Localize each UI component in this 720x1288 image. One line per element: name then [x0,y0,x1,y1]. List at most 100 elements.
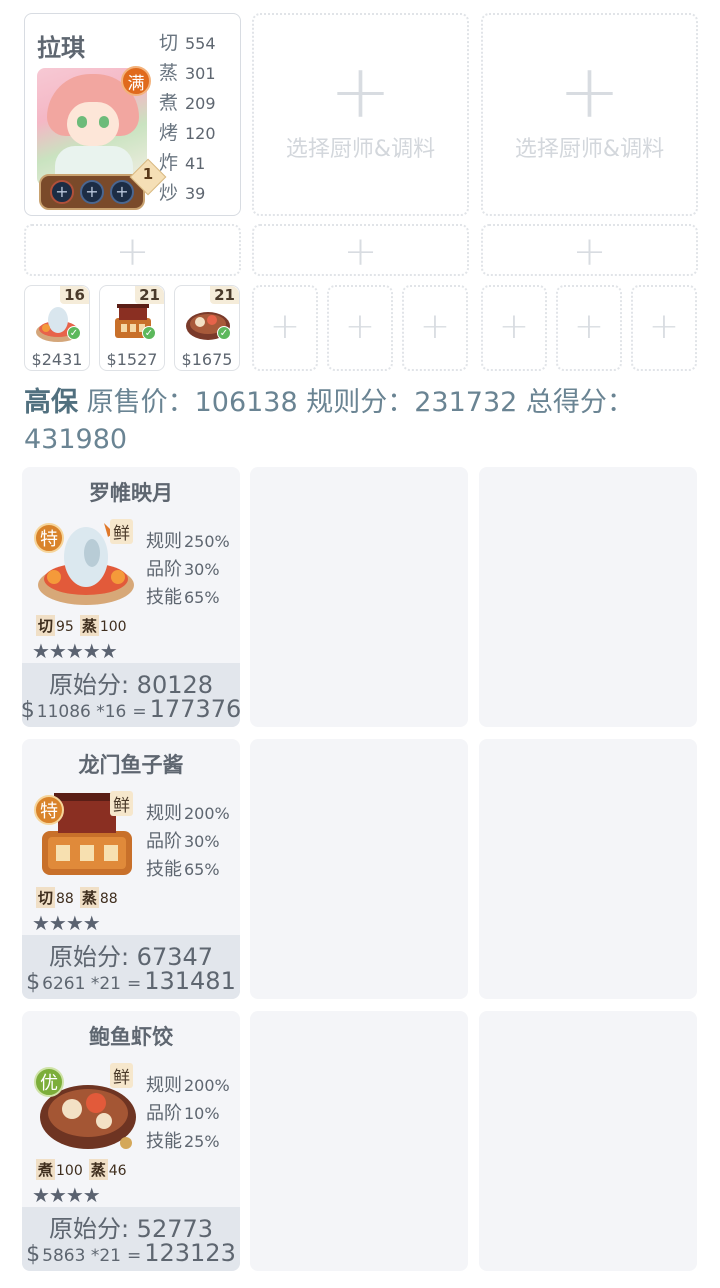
dish-slot-empty[interactable] [479,739,697,999]
equip-slot-plus-icon[interactable]: + [110,180,134,204]
dish-score-footer: 原始分: 52773 $ 5863 *21 = 123123 [22,1207,240,1271]
dish-total: 123123 [144,1239,236,1267]
select-chef-label: 选择厨师&调料 [514,137,665,162]
dish-total: 177376 [149,695,240,723]
skill-name: 炸 [159,152,179,174]
recipe-slot-empty[interactable]: + [556,285,622,371]
skill-row: 煮 209 [159,88,216,118]
requirement-value: 95 [56,619,74,635]
requirement: 蒸 100 [79,615,127,636]
dish-title: 鲍鱼虾饺 [89,1025,173,1049]
dish-slot-empty[interactable] [250,739,468,999]
recipe-price: $2431 [31,350,83,369]
portrait-eye [99,116,109,128]
skill-row: 炒 39 [159,178,216,208]
recipe-price: $1675 [181,350,233,369]
skill-row: 蒸 301 [159,58,216,88]
recipe-card-2[interactable]: 21 ✓ $1527 [99,285,165,371]
recipe-slot-empty[interactable]: + [327,285,393,371]
skill-requirements: 煮 100 蒸 46 [36,1159,127,1180]
requirement-value: 100 [99,619,127,635]
requirement-value: 88 [56,891,74,907]
requirement-skill: 蒸 [79,887,99,908]
score-grade: 高保 [24,387,78,418]
skill-row: 切 554 [159,28,216,58]
modifier-value: 25% [184,1132,220,1151]
modifier-name: 品阶 [146,1103,182,1124]
chef-card[interactable]: 拉琪 满 + + + 1 切 554 蒸 301 煮 209 烤 120 炸 41 炒 39 [24,13,241,216]
plus-icon: + [329,49,392,135]
dollar-icon: $ [26,1242,41,1267]
star-rating: ★★★★ [32,911,101,935]
star-rating: ★★★★★ [32,639,118,663]
score-calculation: $ 11086 *16 = 177376 [22,695,240,723]
modifier-name: 规则 [146,531,182,552]
modifier-name: 技能 [146,1131,182,1152]
requirement: 蒸 88 [79,887,118,908]
dish-card-2[interactable]: 龙门鱼子酱 特 鲜 规则 200% 品阶 30% 技能 65% 切 88 蒸 88 ★★★… [22,739,240,999]
modifier-row: 品阶 30% [146,555,230,583]
chef-name: 拉琪 [37,34,85,62]
modifier-name: 规则 [146,1075,182,1096]
recipe-slot-empty[interactable]: + [402,285,468,371]
modifier-row: 规则 200% [146,799,230,827]
skill-name: 烤 [159,122,179,144]
dish-total: 131481 [144,967,236,995]
equipment-slot-2[interactable]: + [252,224,469,276]
recipe-slot-empty[interactable]: + [481,285,547,371]
skill-name: 切 [159,32,179,54]
equip-slot-plus-icon[interactable]: + [50,180,74,204]
portrait-face [67,102,119,146]
plus-icon: + [498,306,530,347]
recipe-card-3[interactable]: 21 ✓ $1675 [174,285,240,371]
equipment-slot-3[interactable]: + [481,224,698,276]
requirement-skill: 切 [36,887,56,908]
dish-card-3[interactable]: 鲍鱼虾饺 优 鲜 规则 200% 品阶 10% 技能 25% 煮 100 蒸 46 ★★★… [22,1011,240,1271]
modifier-name: 品阶 [146,831,182,852]
tier-badge: 特 [34,795,64,825]
equip-slot-plus-icon[interactable]: + [80,180,104,204]
dish-slot-empty[interactable] [479,1011,697,1271]
full-badge: 满 [121,66,151,96]
check-icon: ✓ [217,326,231,340]
dish-title: 罗帷映月 [89,481,173,505]
requirement-value: 46 [108,1163,127,1179]
recipe-card-1[interactable]: 16 ✓ $2431 [24,285,90,371]
requirement-value: 88 [99,891,118,907]
modifier-value: 250% [184,532,230,551]
requirement-skill: 切 [36,615,56,636]
dish-modifiers: 规则 200% 品阶 10% 技能 25% [146,1071,230,1155]
tier-badge: 优 [34,1067,64,1097]
select-chef-label: 选择厨师&调料 [285,137,436,162]
dish-score-footer: 原始分: 67347 $ 6261 *21 = 131481 [22,935,240,999]
plus-icon: + [419,306,451,347]
skill-value: 554 [185,34,216,53]
tier-badge: 特 [34,523,64,553]
equals-sign: = [126,974,142,994]
dish-slot-empty[interactable] [250,467,468,727]
flavor-tag: 鲜 [110,791,133,816]
dish-slot-empty[interactable] [479,467,697,727]
plus-icon: + [269,306,301,347]
dish-card-1[interactable]: 罗帷映月 特 鲜 规则 250% 品阶 30% 技能 65% 切 95 蒸 100 ★★★… [22,467,240,727]
plus-icon: + [572,229,607,275]
requirement-value: 100 [56,1163,83,1179]
recipe-slot-empty[interactable]: + [631,285,697,371]
modifier-row: 品阶 10% [146,1099,230,1127]
recipe-slot-empty[interactable]: + [252,285,318,371]
plus-icon: + [558,49,621,135]
select-chef-slot-3[interactable]: + 选择厨师&调料 [481,13,698,216]
dish-slot-empty[interactable] [250,1011,468,1271]
equipment-slot-1[interactable]: + [24,224,241,276]
select-chef-slot-2[interactable]: + 选择厨师&调料 [252,13,469,216]
skill-value: 39 [185,184,206,203]
dish-modifiers: 规则 250% 品阶 30% 技能 65% [146,527,230,611]
flavor-tag: 鲜 [110,1063,133,1088]
modifier-row: 规则 200% [146,1071,230,1099]
score-calculation: $ 6261 *21 = 131481 [22,967,240,995]
check-icon: ✓ [142,326,156,340]
score-summary: 高保 原售价：106138 规则分：231732 总得分：431980 [24,384,704,458]
chef-level: 1 [142,165,154,183]
star-rating: ★★★★ [32,1183,101,1207]
plus-icon: + [573,306,605,347]
